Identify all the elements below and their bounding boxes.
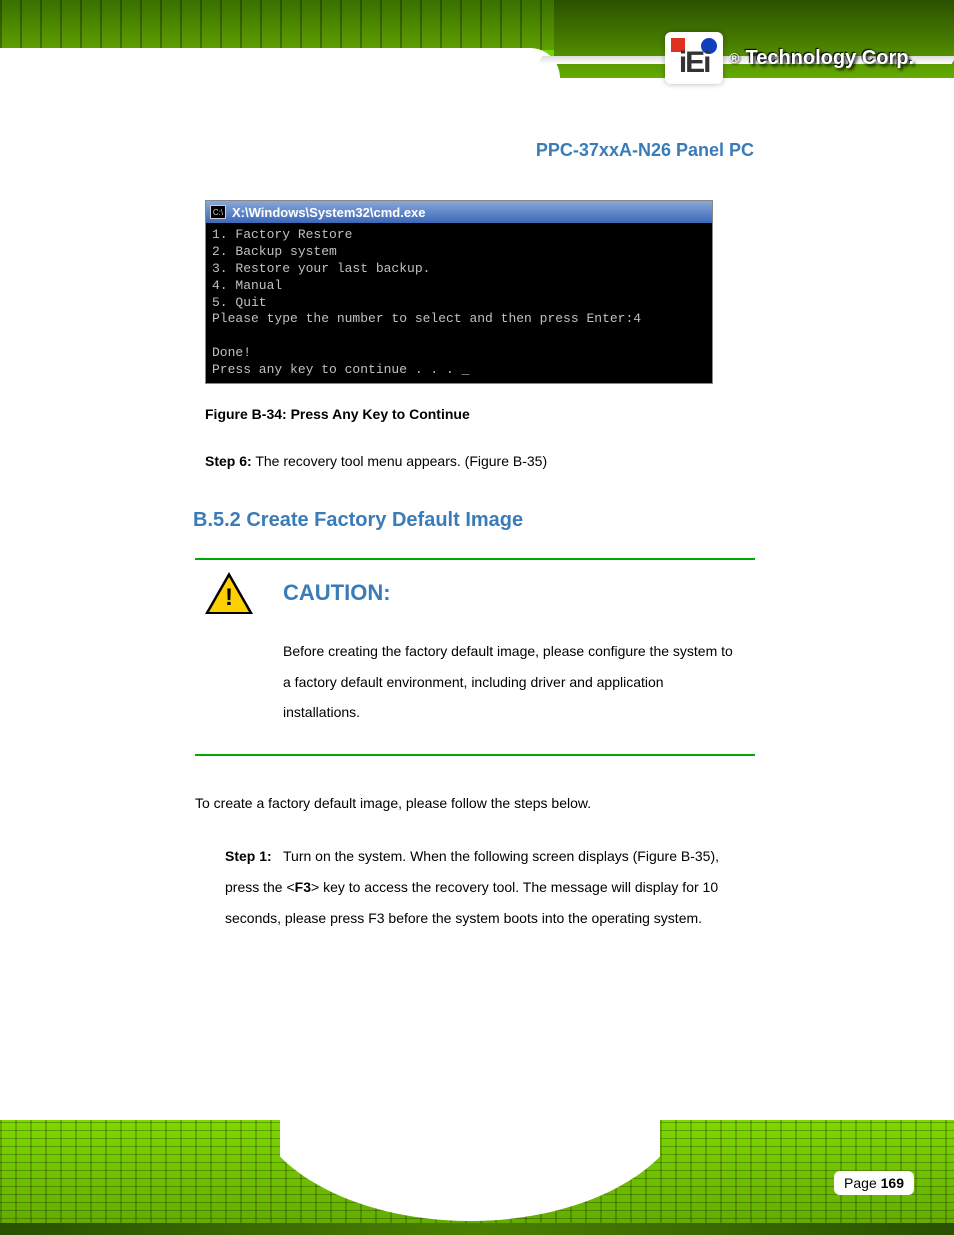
step-1-key: F3 — [295, 879, 311, 895]
cmd-title-text: X:\Windows\System32\cmd.exe — [232, 205, 426, 220]
page-content: C:\ X:\Windows\System32\cmd.exe 1. Facto… — [205, 200, 755, 933]
body-paragraph: To create a factory default image, pleas… — [195, 788, 755, 819]
section-heading: B.5.2 Create Factory Default Image — [193, 509, 755, 532]
company-logo-area: iEi ® Technology Corp. — [665, 32, 914, 84]
iei-logo-icon: iEi — [665, 32, 723, 84]
step-1: Step 1:Turn on the system. When the foll… — [225, 841, 755, 933]
divider-bottom — [195, 754, 755, 756]
warning-triangle-icon: ! — [205, 572, 253, 614]
page-label: Page — [844, 1175, 881, 1191]
step-6: Step 6: The recovery tool menu appears. … — [205, 446, 755, 477]
company-name: Technology Corp. — [745, 47, 914, 70]
logo-letters: iEi — [679, 46, 710, 80]
page-number: 169 — [881, 1175, 904, 1191]
caution-text: Before creating the factory default imag… — [283, 636, 743, 728]
step-6-text: The recovery tool menu appears. (Figure … — [255, 453, 547, 469]
cmd-window-icon: C:\ — [210, 205, 226, 219]
product-name: PPC-37xxA-N26 Panel PC — [536, 140, 754, 161]
caution-label: CAUTION: — [283, 580, 391, 606]
step-1-label: Step 1: — [225, 841, 283, 872]
step-6-label: Step 6: — [205, 453, 252, 469]
cmd-body-text: 1. Factory Restore 2. Backup system 3. R… — [206, 223, 712, 383]
registered-mark: ® — [729, 50, 739, 66]
page-number-box: Page 169 — [834, 1171, 914, 1195]
header-curve-2 — [560, 78, 954, 118]
caution-row: ! CAUTION: — [205, 572, 755, 614]
divider-top — [195, 558, 755, 560]
cmd-titlebar: C:\ X:\Windows\System32\cmd.exe — [206, 201, 712, 223]
footer-dark-strip — [0, 1223, 954, 1235]
cmd-window-screenshot: C:\ X:\Windows\System32\cmd.exe 1. Facto… — [205, 200, 713, 384]
header-curve — [0, 48, 560, 118]
figure-caption: Figure B-34: Press Any Key to Continue — [205, 406, 755, 422]
